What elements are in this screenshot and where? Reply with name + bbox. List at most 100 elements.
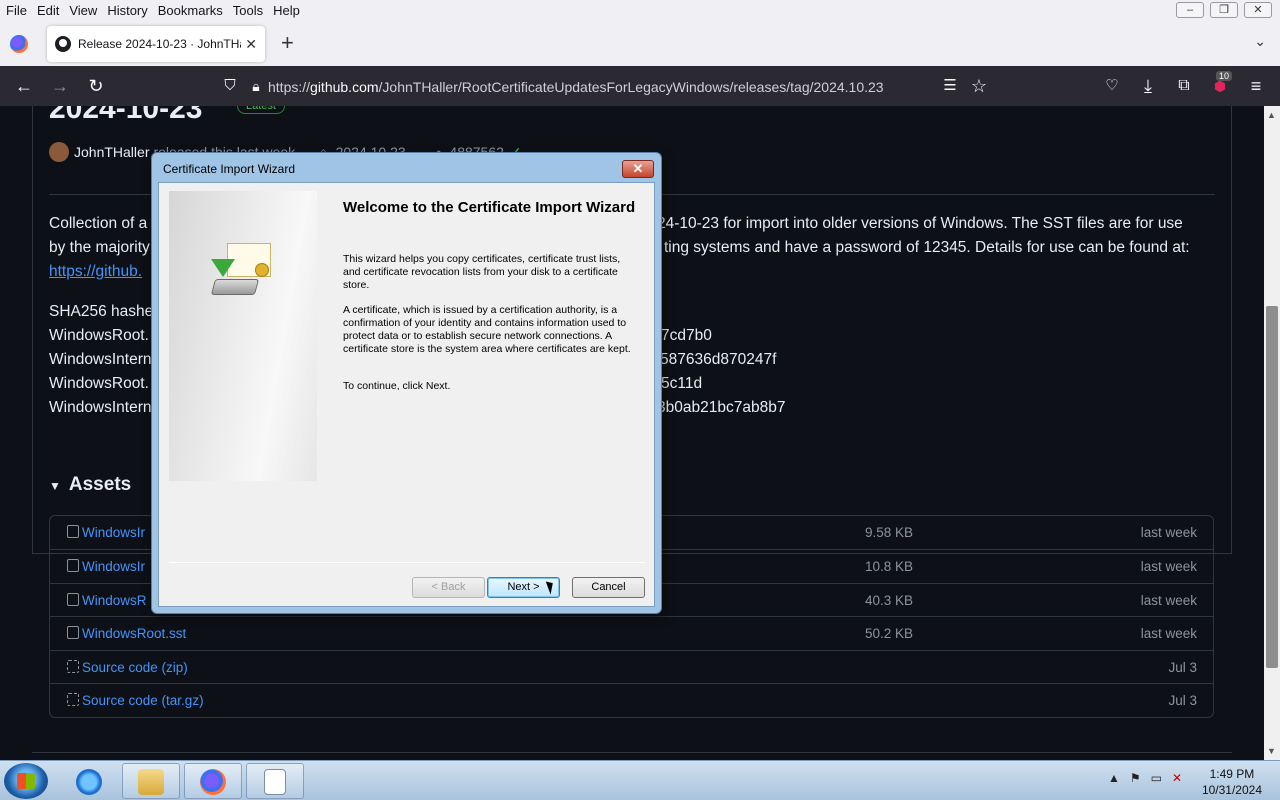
menu-view[interactable]: View — [64, 3, 102, 18]
tab-close-icon[interactable]: ✕ — [245, 36, 257, 53]
wizard-body: Welcome to the Certificate Import Wizard… — [158, 182, 655, 607]
internet-explorer-icon — [76, 769, 102, 795]
asset-date: last week — [1140, 626, 1197, 641]
details-link[interactable]: https://github. — [49, 260, 142, 284]
document-taskbar-button[interactable] — [246, 763, 304, 799]
hash-value-3: 5c11d — [661, 375, 703, 392]
file-zip-icon — [67, 693, 79, 706]
extensions-icon[interactable]: ⧉ — [1172, 74, 1196, 98]
firefox-view-icon[interactable] — [10, 35, 28, 53]
downloads-icon[interactable]: ⤓ — [1136, 74, 1160, 98]
asset-size: 10.8 KB — [865, 559, 914, 574]
hash-value-2: 587636d870247f — [660, 351, 777, 368]
restore-button[interactable]: ❐ — [1210, 2, 1238, 18]
url-path: /JohnTHaller/RootCertificateUpdatesForLe… — [378, 79, 884, 95]
volume-muted-icon[interactable]: ✕ — [1172, 771, 1192, 785]
menu-edit[interactable]: Edit — [32, 3, 64, 18]
menu-help[interactable]: Help — [268, 3, 305, 18]
minimize-button[interactable]: – — [1176, 2, 1204, 18]
cancel-button[interactable]: Cancel — [572, 577, 645, 598]
certificate-import-icon — [209, 241, 275, 307]
asset-name[interactable]: WindowsIr — [82, 559, 145, 574]
package-icon — [67, 525, 79, 538]
asset-name[interactable]: WindowsIr — [82, 525, 145, 540]
tab-release[interactable]: Release 2024-10-23 · JohnTHaller ✕ — [47, 26, 265, 62]
certificate-import-wizard-dialog: Certificate Import Wizard ✕ Welcome to t… — [151, 152, 662, 614]
asset-name[interactable]: WindowsR — [82, 593, 147, 608]
forward-icon[interactable]: → — [48, 74, 72, 98]
scroll-up-icon[interactable]: ▲ — [1267, 110, 1276, 120]
file-zip-icon — [67, 660, 79, 673]
clock[interactable]: 1:49 PM 10/31/2024 — [1202, 766, 1262, 798]
new-tab-icon[interactable]: + — [281, 30, 294, 56]
asset-name[interactable]: Source code (zip) — [82, 660, 188, 675]
windows-logo-icon — [17, 773, 35, 789]
scroll-down-icon[interactable]: ▼ — [1267, 746, 1276, 756]
url-bar[interactable]: https://github.com/JohnTHaller/RootCerti… — [268, 75, 928, 99]
firefox-taskbar-button[interactable] — [184, 763, 242, 799]
asset-date: Jul 3 — [1168, 660, 1197, 675]
asset-size: 40.3 KB — [865, 593, 914, 608]
reload-icon[interactable]: ↻ — [84, 74, 108, 98]
asset-size: 9.58 KB — [865, 525, 914, 540]
hash-name-3: WindowsRoot. — [49, 375, 149, 392]
dialog-close-button[interactable]: ✕ — [622, 160, 654, 178]
url-prefix: https:// — [268, 79, 311, 95]
network-icon[interactable]: ▭ — [1151, 771, 1172, 785]
bookmark-star-icon[interactable]: ☆ — [967, 74, 991, 98]
divider — [32, 752, 1232, 753]
menu-history[interactable]: History — [102, 3, 152, 18]
github-favicon-icon — [55, 36, 71, 52]
internet-explorer-button[interactable] — [60, 763, 118, 799]
release-title: 2024-10-23 — [49, 106, 203, 125]
page-scrollbar[interactable]: ▲ ▼ — [1264, 106, 1280, 760]
asset-date: last week — [1140, 593, 1197, 608]
hash-value-4: 3b0ab21bc7ab8b7 — [657, 399, 786, 416]
shield-icon[interactable]: ⛉ — [218, 74, 242, 98]
wizard-continue-text: To continue, click Next. — [343, 380, 451, 392]
list-item[interactable]: WindowsRoot.sst 50.2 KB last week — [50, 616, 1213, 650]
body-line-2-left: by the majority — [49, 239, 150, 256]
close-window-button[interactable]: ✕ — [1244, 2, 1272, 18]
assets-heading[interactable]: ▼ Assets — [49, 474, 131, 496]
explorer-button[interactable] — [122, 763, 180, 799]
list-all-tabs-icon[interactable]: ⌄ — [1254, 33, 1266, 50]
app-menu-icon[interactable]: ≡ — [1244, 74, 1268, 98]
list-item[interactable]: Source code (tar.gz) Jul 3 — [50, 683, 1213, 717]
taskbar: ▲⚑▭✕ 1:49 PM 10/31/2024 — [0, 760, 1280, 800]
show-hidden-icons-icon[interactable]: ▲ — [1108, 771, 1130, 785]
asset-date: last week — [1140, 559, 1197, 574]
asset-name[interactable]: WindowsRoot.sst — [82, 626, 186, 641]
menu-file[interactable]: File — [0, 3, 32, 18]
menu-bar: File Edit View History Bookmarks Tools H… — [0, 0, 1280, 20]
back-icon[interactable]: ← — [12, 74, 36, 98]
lock-icon[interactable]: 🔒︎ — [244, 74, 268, 98]
system-tray[interactable]: ▲⚑▭✕ — [1108, 771, 1192, 785]
reader-view-icon[interactable]: ☰ — [938, 74, 962, 98]
avatar[interactable] — [49, 142, 69, 162]
asset-size: 50.2 KB — [865, 626, 914, 641]
back-button[interactable]: < Back — [412, 577, 485, 598]
package-icon — [67, 626, 79, 639]
package-icon — [67, 559, 79, 572]
menu-tools[interactable]: Tools — [228, 3, 268, 18]
start-button[interactable] — [4, 763, 48, 799]
asset-date: Jul 3 — [1168, 693, 1197, 708]
wizard-description-text: A certificate, which is issued by a cert… — [343, 304, 631, 355]
latest-badge: Latest — [237, 106, 285, 114]
url-host: github.com — [310, 79, 379, 95]
wizard-side-panel — [169, 191, 317, 481]
wizard-heading: Welcome to the Certificate Import Wizard — [343, 199, 636, 216]
asset-name[interactable]: Source code (tar.gz) — [82, 693, 204, 708]
menu-bookmarks[interactable]: Bookmarks — [153, 3, 228, 18]
action-center-flag-icon[interactable]: ⚑ — [1130, 771, 1151, 785]
pocket-icon[interactable]: ♡ — [1100, 74, 1124, 98]
author-link[interactable]: JohnTHaller — [74, 144, 149, 160]
scrollbar-thumb[interactable] — [1266, 306, 1278, 668]
body-line-1-right: 24-10-23 for import into older versions … — [657, 215, 1183, 232]
clock-date: 10/31/2024 — [1201, 783, 1262, 797]
package-icon — [67, 593, 79, 606]
list-item[interactable]: Source code (zip) Jul 3 — [50, 650, 1213, 684]
hash-name-4: WindowsIntern — [49, 399, 152, 416]
sha-heading: SHA256 hashe — [49, 303, 154, 320]
